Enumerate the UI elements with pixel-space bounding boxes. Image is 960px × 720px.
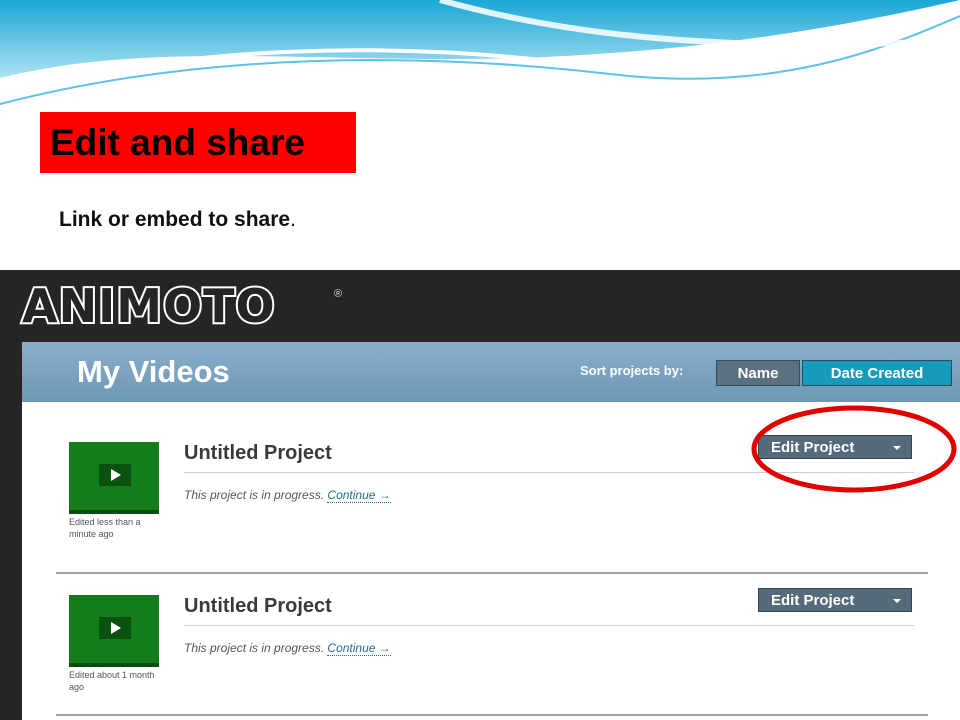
status-text: This project is in progress. xyxy=(184,488,325,502)
play-icon[interactable] xyxy=(99,617,131,639)
decorative-wave xyxy=(0,0,960,105)
slide-subtitle: Link or embed to share. xyxy=(59,208,296,232)
status-text: This project is in progress. xyxy=(184,641,325,655)
play-icon[interactable] xyxy=(99,464,131,486)
chevron-down-icon xyxy=(893,599,901,603)
continue-link[interactable]: Continue → xyxy=(327,641,391,656)
project-separator xyxy=(56,714,928,716)
project-separator xyxy=(56,572,928,574)
edit-project-label: Edit Project xyxy=(771,592,855,609)
project-title[interactable]: Untitled Project xyxy=(184,442,332,465)
project-title[interactable]: Untitled Project xyxy=(184,595,332,618)
my-videos-panel: My Videos Sort projects by: Name Date Cr… xyxy=(22,342,960,720)
project-thumbnail[interactable] xyxy=(69,595,159,667)
slide-title: Edit and share xyxy=(40,112,356,173)
edited-time: Edited less than a minute ago xyxy=(69,517,141,539)
highlight-annotation xyxy=(751,405,957,493)
project-status: This project is in progress. Continue → xyxy=(184,488,391,503)
registered-mark: ® xyxy=(334,288,343,300)
edited-time: Edited about 1 month ago xyxy=(69,670,155,692)
slide-subtitle-period: . xyxy=(290,208,296,231)
project-item: Edited about 1 month ago Untitled Projec… xyxy=(56,588,928,720)
continue-link[interactable]: Continue → xyxy=(327,488,391,503)
sort-by-date-created-button[interactable]: Date Created xyxy=(802,360,952,386)
logo-text: ANIMOTO xyxy=(22,279,276,333)
project-thumbnail[interactable] xyxy=(69,442,159,514)
project-status: This project is in progress. Continue → xyxy=(184,641,391,656)
sort-label: Sort projects by: xyxy=(580,363,684,378)
slide-subtitle-text: Link or embed to share xyxy=(59,208,291,231)
animoto-logo[interactable]: ANIMOTO ANIMOTO ® xyxy=(20,277,342,337)
page-title: My Videos xyxy=(77,354,230,389)
panel-header: My Videos Sort projects by: Name Date Cr… xyxy=(22,342,960,402)
sort-by-name-button[interactable]: Name xyxy=(716,360,800,386)
divider xyxy=(184,625,914,626)
edit-project-button[interactable]: Edit Project xyxy=(758,588,912,612)
animoto-screenshot: ANIMOTO ANIMOTO ® My Videos Sort project… xyxy=(0,270,960,720)
